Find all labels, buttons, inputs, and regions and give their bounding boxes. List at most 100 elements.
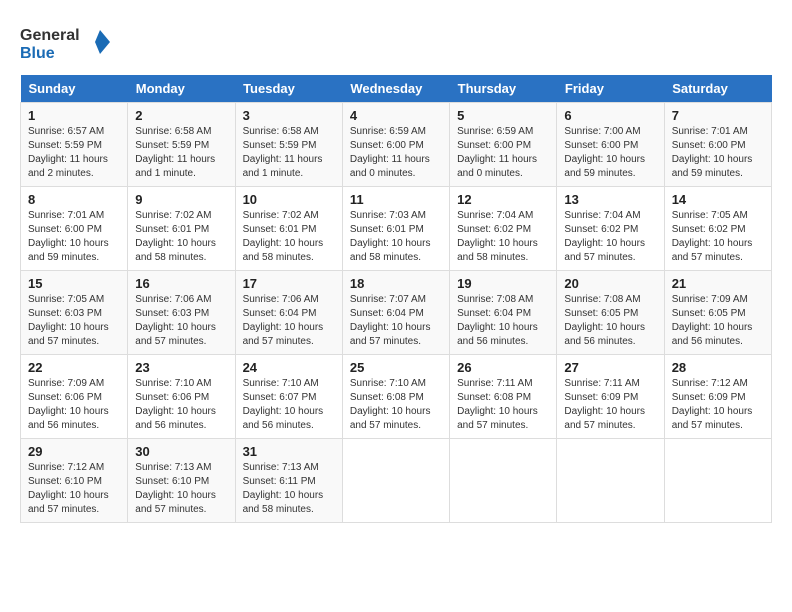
calendar-cell	[450, 439, 557, 523]
calendar-cell: 22 Sunrise: 7:09 AMSunset: 6:06 PMDayligh…	[21, 355, 128, 439]
weekday-friday: Friday	[557, 75, 664, 103]
day-number: 3	[243, 108, 335, 123]
day-number: 25	[350, 360, 442, 375]
day-number: 30	[135, 444, 227, 459]
calendar-cell: 31Sunrise: 7:13 AMSunset: 6:11 PMDayligh…	[235, 439, 342, 523]
day-number: 2	[135, 108, 227, 123]
calendar-cell: 2 Sunrise: 6:58 AMSunset: 5:59 PMDaylight…	[128, 103, 235, 187]
day-number: 23	[135, 360, 227, 375]
calendar-cell: 11 Sunrise: 7:03 AMSunset: 6:01 PMDayligh…	[342, 187, 449, 271]
calendar-cell: 16 Sunrise: 7:06 AMSunset: 6:03 PMDayligh…	[128, 271, 235, 355]
weekday-wednesday: Wednesday	[342, 75, 449, 103]
calendar-week-row-1: 1 Sunrise: 6:57 AMSunset: 5:59 PMDaylight…	[21, 103, 772, 187]
day-number: 28	[672, 360, 764, 375]
calendar-cell: 6 Sunrise: 7:00 AMSunset: 6:00 PMDaylight…	[557, 103, 664, 187]
day-number: 15	[28, 276, 120, 291]
day-number: 12	[457, 192, 549, 207]
calendar-cell: 3 Sunrise: 6:58 AMSunset: 5:59 PMDaylight…	[235, 103, 342, 187]
calendar-cell: 18 Sunrise: 7:07 AMSunset: 6:04 PMDayligh…	[342, 271, 449, 355]
day-number: 1	[28, 108, 120, 123]
calendar-cell: 12 Sunrise: 7:04 AMSunset: 6:02 PMDayligh…	[450, 187, 557, 271]
day-number: 9	[135, 192, 227, 207]
day-info: Sunrise: 6:58 AMSunset: 5:59 PMDaylight:…	[135, 125, 227, 181]
calendar-cell: 25Sunrise: 7:10 AMSunset: 6:08 PMDayligh…	[342, 355, 449, 439]
calendar-cell: 29Sunrise: 7:12 AMSunset: 6:10 PMDayligh…	[21, 439, 128, 523]
calendar-week-row-3: 15 Sunrise: 7:05 AMSunset: 6:03 PMDayligh…	[21, 271, 772, 355]
weekday-monday: Monday	[128, 75, 235, 103]
day-number: 5	[457, 108, 549, 123]
day-info: Sunrise: 7:07 AMSunset: 6:04 PMDaylight:…	[350, 293, 442, 349]
calendar-cell: 21 Sunrise: 7:09 AMSunset: 6:05 PMDayligh…	[664, 271, 771, 355]
calendar-cell: 30 Sunrise: 7:13 AMSunset: 6:10 PMDayligh…	[128, 439, 235, 523]
day-number: 7	[672, 108, 764, 123]
day-info: Sunrise: 7:03 AMSunset: 6:01 PMDaylight:…	[350, 209, 442, 265]
calendar-cell: 1 Sunrise: 6:57 AMSunset: 5:59 PMDaylight…	[21, 103, 128, 187]
weekday-saturday: Saturday	[664, 75, 771, 103]
day-info: Sunrise: 7:04 AMSunset: 6:02 PMDaylight:…	[564, 209, 656, 265]
day-info: Sunrise: 7:05 AMSunset: 6:03 PMDaylight:…	[28, 293, 120, 349]
day-info: Sunrise: 6:57 AMSunset: 5:59 PMDaylight:…	[28, 125, 120, 181]
day-number: 11	[350, 192, 442, 207]
day-number: 22	[28, 360, 120, 375]
day-info: Sunrise: 7:12 AMSunset: 6:10 PMDaylight:…	[28, 461, 120, 517]
calendar-cell: 20Sunrise: 7:08 AMSunset: 6:05 PMDayligh…	[557, 271, 664, 355]
calendar-week-row-2: 8Sunrise: 7:01 AMSunset: 6:00 PMDaylight…	[21, 187, 772, 271]
calendar-cell: 14Sunrise: 7:05 AMSunset: 6:02 PMDayligh…	[664, 187, 771, 271]
day-info: Sunrise: 7:09 AMSunset: 6:06 PMDaylight:…	[28, 377, 120, 433]
calendar-cell: 28 Sunrise: 7:12 AMSunset: 6:09 PMDayligh…	[664, 355, 771, 439]
day-info: Sunrise: 7:10 AMSunset: 6:07 PMDaylight:…	[243, 377, 335, 433]
day-info: Sunrise: 7:00 AMSunset: 6:00 PMDaylight:…	[564, 125, 656, 181]
calendar-cell	[557, 439, 664, 523]
day-info: Sunrise: 7:08 AMSunset: 6:05 PMDaylight:…	[564, 293, 656, 349]
day-info: Sunrise: 7:05 AMSunset: 6:02 PMDaylight:…	[672, 209, 764, 265]
day-info: Sunrise: 7:06 AMSunset: 6:03 PMDaylight:…	[135, 293, 227, 349]
day-number: 27	[564, 360, 656, 375]
calendar-cell: 15 Sunrise: 7:05 AMSunset: 6:03 PMDayligh…	[21, 271, 128, 355]
day-info: Sunrise: 7:13 AMSunset: 6:11 PMDaylight:…	[243, 461, 335, 517]
calendar-cell: 17 Sunrise: 7:06 AMSunset: 6:04 PMDayligh…	[235, 271, 342, 355]
day-number: 10	[243, 192, 335, 207]
day-number: 24	[243, 360, 335, 375]
calendar-cell	[664, 439, 771, 523]
day-info: Sunrise: 7:12 AMSunset: 6:09 PMDaylight:…	[672, 377, 764, 433]
day-number: 16	[135, 276, 227, 291]
day-info: Sunrise: 7:13 AMSunset: 6:10 PMDaylight:…	[135, 461, 227, 517]
day-number: 6	[564, 108, 656, 123]
page-header: General Blue	[20, 20, 772, 65]
calendar-week-row-5: 29Sunrise: 7:12 AMSunset: 6:10 PMDayligh…	[21, 439, 772, 523]
calendar-cell	[342, 439, 449, 523]
svg-text:Blue: Blue	[20, 45, 55, 62]
logo: General Blue	[20, 20, 110, 65]
day-info: Sunrise: 6:58 AMSunset: 5:59 PMDaylight:…	[243, 125, 335, 181]
day-number: 19	[457, 276, 549, 291]
day-info: Sunrise: 7:02 AMSunset: 6:01 PMDaylight:…	[135, 209, 227, 265]
calendar-cell: 9 Sunrise: 7:02 AMSunset: 6:01 PMDaylight…	[128, 187, 235, 271]
calendar-body: 1 Sunrise: 6:57 AMSunset: 5:59 PMDaylight…	[21, 103, 772, 523]
day-info: Sunrise: 7:02 AMSunset: 6:01 PMDaylight:…	[243, 209, 335, 265]
calendar-table: SundayMondayTuesdayWednesdayThursdayFrid…	[20, 75, 772, 523]
calendar-cell: 24 Sunrise: 7:10 AMSunset: 6:07 PMDayligh…	[235, 355, 342, 439]
day-info: Sunrise: 7:09 AMSunset: 6:05 PMDaylight:…	[672, 293, 764, 349]
calendar-week-row-4: 22 Sunrise: 7:09 AMSunset: 6:06 PMDayligh…	[21, 355, 772, 439]
calendar-cell: 4Sunrise: 6:59 AMSunset: 6:00 PMDaylight…	[342, 103, 449, 187]
weekday-thursday: Thursday	[450, 75, 557, 103]
day-info: Sunrise: 7:04 AMSunset: 6:02 PMDaylight:…	[457, 209, 549, 265]
calendar-cell: 7Sunrise: 7:01 AMSunset: 6:00 PMDaylight…	[664, 103, 771, 187]
day-number: 18	[350, 276, 442, 291]
day-number: 21	[672, 276, 764, 291]
calendar-cell: 13 Sunrise: 7:04 AMSunset: 6:02 PMDayligh…	[557, 187, 664, 271]
day-info: Sunrise: 7:06 AMSunset: 6:04 PMDaylight:…	[243, 293, 335, 349]
calendar-cell: 10 Sunrise: 7:02 AMSunset: 6:01 PMDayligh…	[235, 187, 342, 271]
calendar-cell: 19Sunrise: 7:08 AMSunset: 6:04 PMDayligh…	[450, 271, 557, 355]
logo-svg: General Blue	[20, 20, 110, 65]
day-info: Sunrise: 6:59 AMSunset: 6:00 PMDaylight:…	[457, 125, 549, 181]
day-number: 17	[243, 276, 335, 291]
day-number: 4	[350, 108, 442, 123]
day-number: 8	[28, 192, 120, 207]
calendar-cell: 8Sunrise: 7:01 AMSunset: 6:00 PMDaylight…	[21, 187, 128, 271]
day-info: Sunrise: 7:10 AMSunset: 6:06 PMDaylight:…	[135, 377, 227, 433]
day-number: 13	[564, 192, 656, 207]
calendar-cell: 27Sunrise: 7:11 AMSunset: 6:09 PMDayligh…	[557, 355, 664, 439]
weekday-header-row: SundayMondayTuesdayWednesdayThursdayFrid…	[21, 75, 772, 103]
weekday-tuesday: Tuesday	[235, 75, 342, 103]
